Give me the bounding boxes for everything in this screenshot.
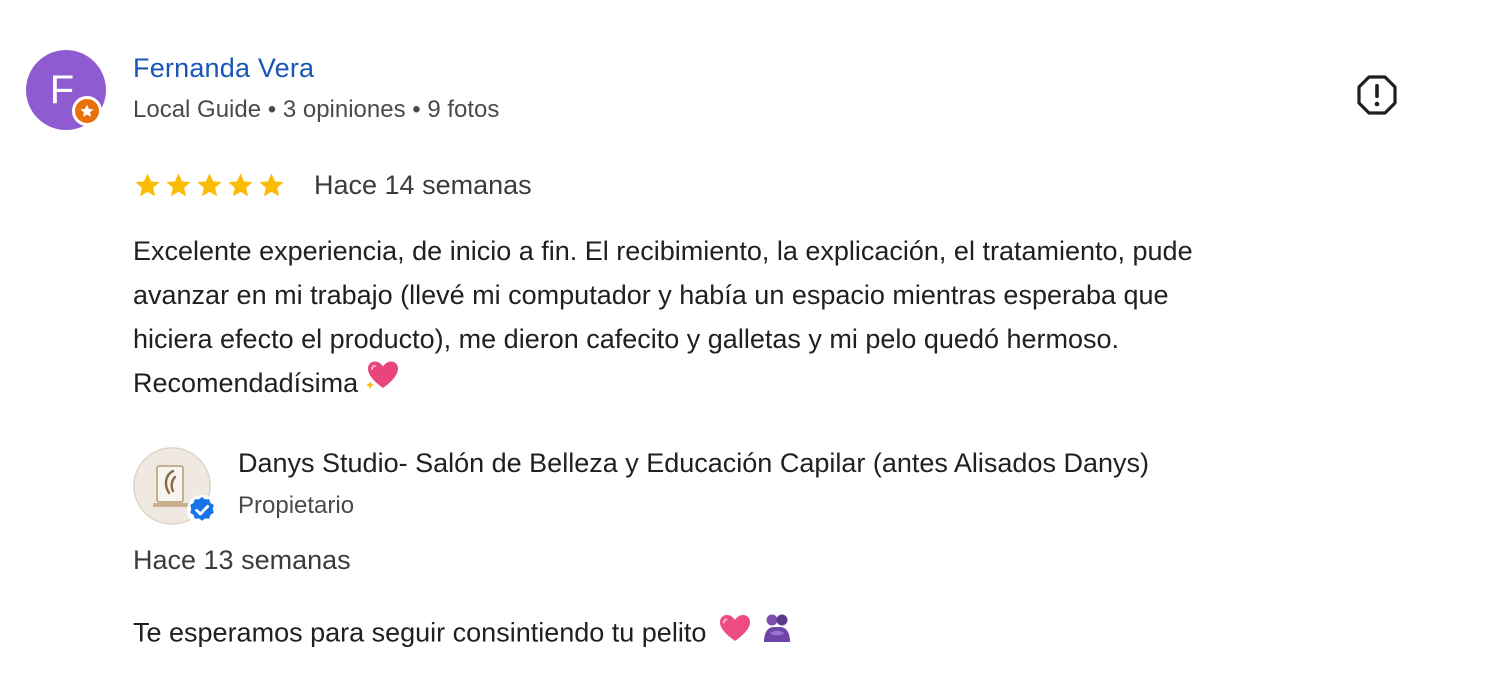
- avatar-letter: F: [49, 68, 75, 112]
- review-card: F Fernanda Vera Local Guide • 3 opinione…: [0, 0, 1500, 678]
- star-rating: [133, 171, 286, 200]
- people-hugging-icon: [762, 612, 792, 651]
- star-icon: [166, 172, 191, 196]
- review-text-line: avanzar en mi trabajo (llevé mi computad…: [133, 280, 1169, 310]
- rating-row: Hace 14 semanas: [133, 166, 532, 204]
- review-text-line: Recomendadísima: [133, 368, 359, 398]
- owner-reply: Te esperamos para seguir consintiendo tu…: [133, 612, 792, 654]
- verified-check-icon: [186, 494, 218, 526]
- review-date: Hace 14 semanas: [314, 169, 532, 200]
- review-text-line: Excelente experiencia, de inicio a fin. …: [133, 236, 1193, 266]
- reviewer-meta: Local Guide • 3 opiniones • 9 fotos: [133, 96, 500, 123]
- owner-role: Propietario: [238, 492, 355, 519]
- owner-name[interactable]: Danys Studio- Salón de Belleza y Educaci…: [238, 448, 1149, 479]
- local-guide-star-icon: [72, 96, 102, 126]
- star-icon: [259, 172, 284, 196]
- review-text: Excelente experiencia, de inicio a fin. …: [133, 229, 1423, 407]
- report-flag-icon[interactable]: [1356, 74, 1398, 116]
- review-text-line: hiciera efecto el producto), me dieron c…: [133, 324, 1120, 354]
- owner-response-date: Hace 13 semanas: [133, 545, 351, 575]
- sparkling-heart-icon: [366, 359, 400, 404]
- star-icon: [228, 172, 253, 196]
- star-icon: [197, 172, 222, 196]
- star-icon: [135, 172, 160, 196]
- owner-reply-text: Te esperamos para seguir consintiendo tu…: [133, 617, 707, 648]
- heart-icon: [718, 613, 752, 650]
- reviewer-name[interactable]: Fernanda Vera: [133, 53, 314, 84]
